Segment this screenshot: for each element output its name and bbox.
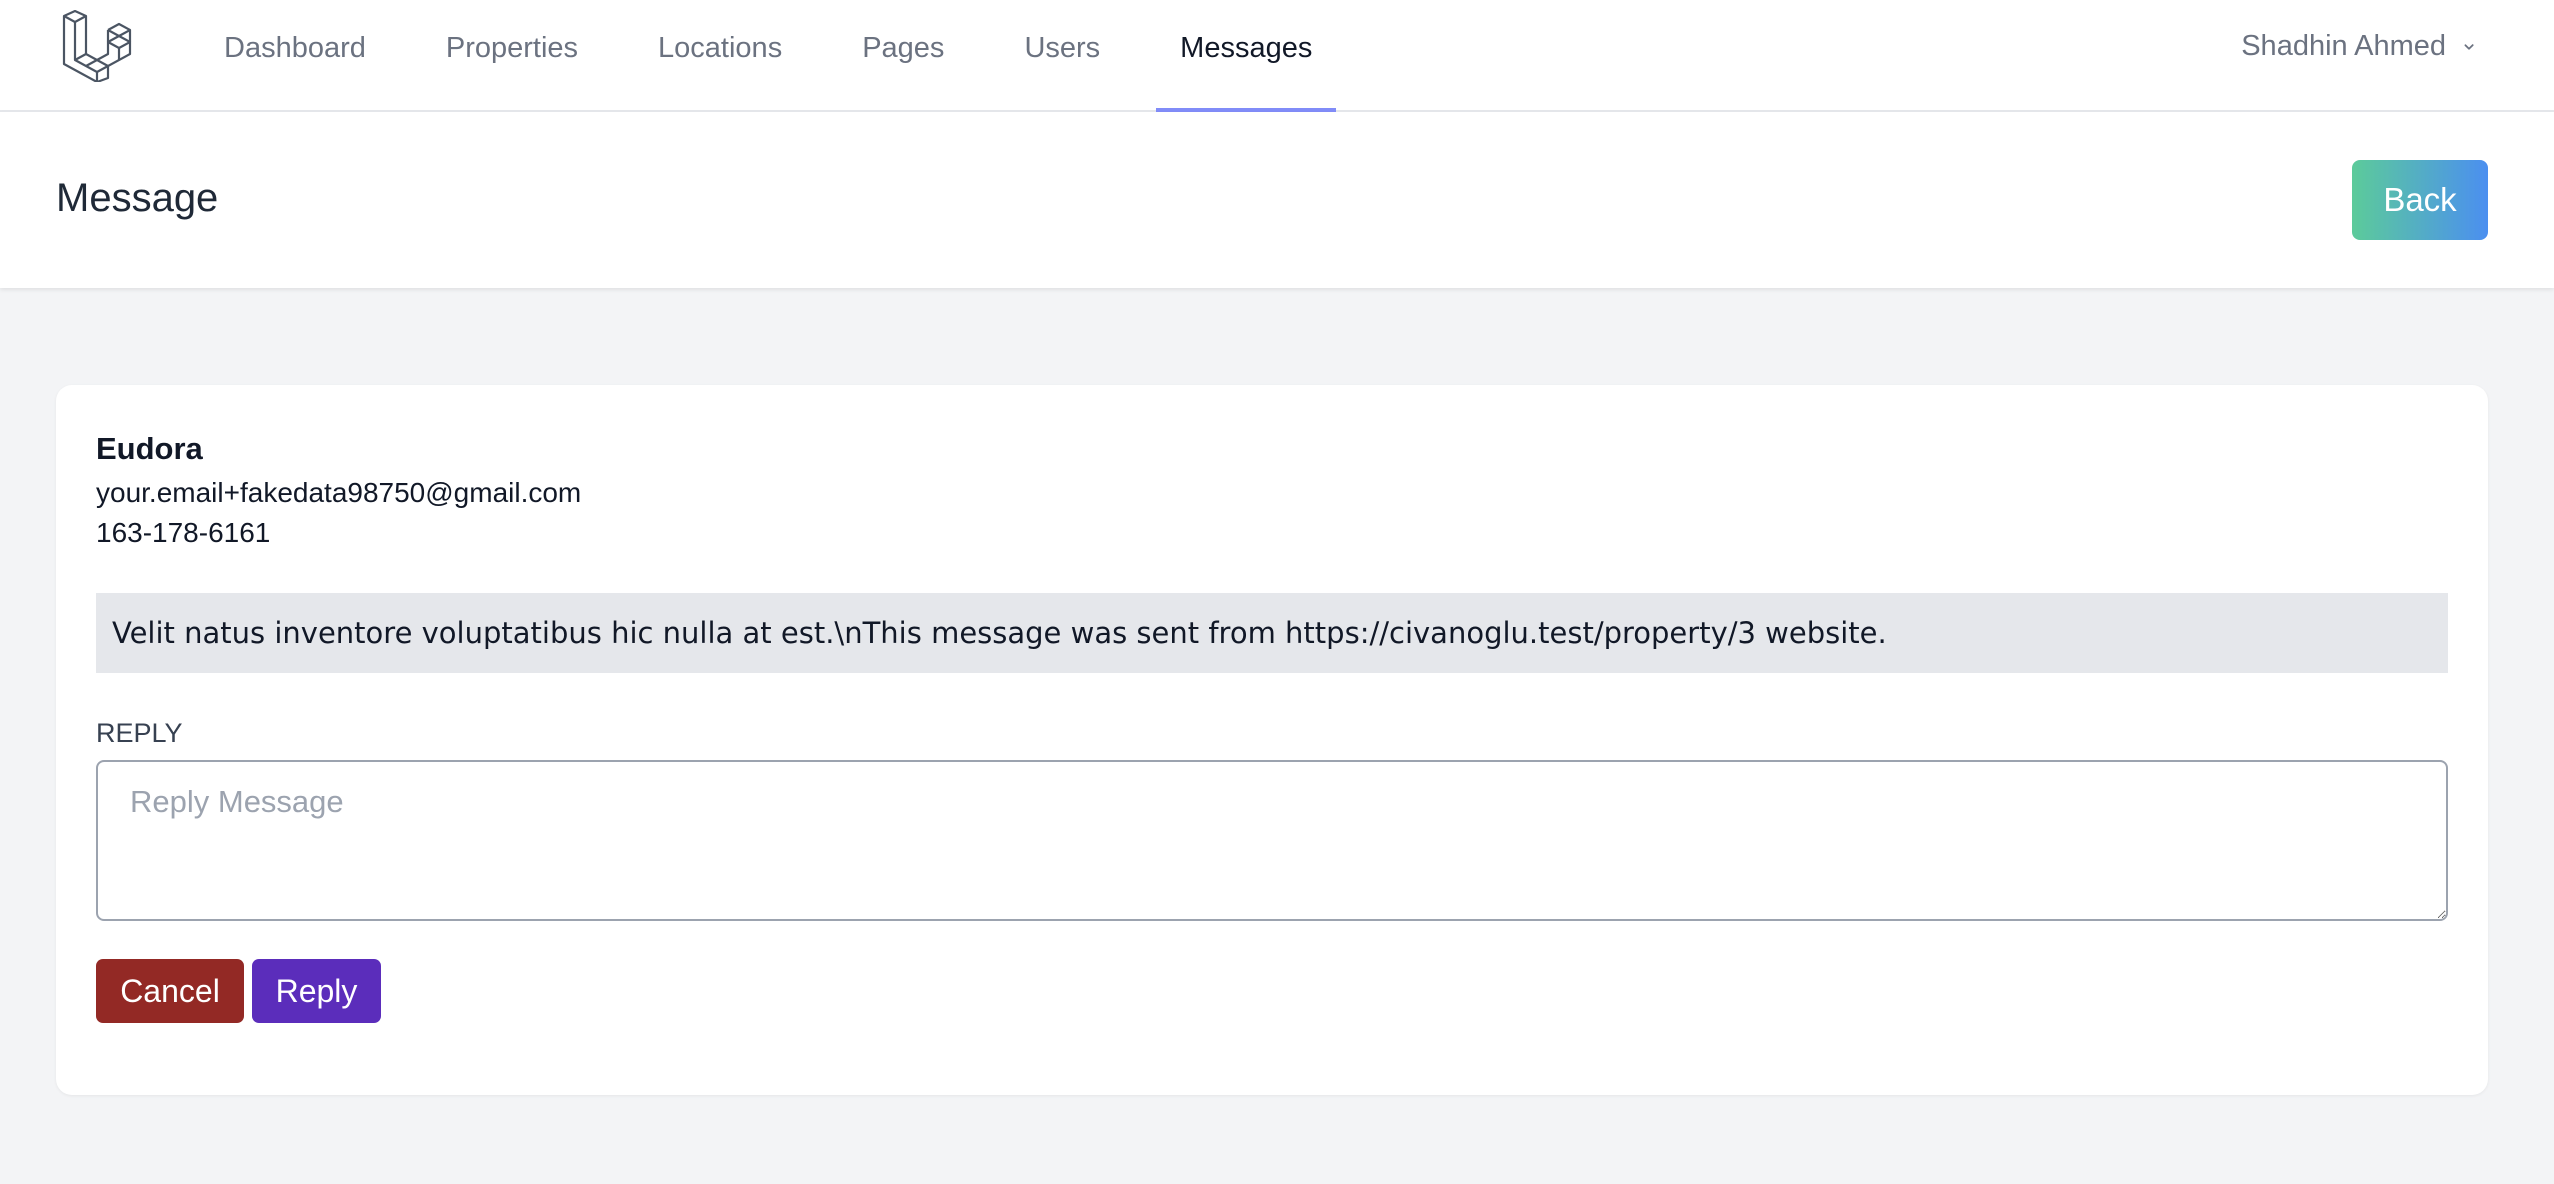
user-name: Shadhin Ahmed [2241,30,2446,62]
top-navbar: Dashboard Properties Locations Pages Use… [0,0,2554,112]
page-header: Message Back [0,112,2554,288]
cancel-button[interactable]: Cancel [96,959,244,1023]
nav-links: Dashboard Properties Locations Pages Use… [200,0,1368,112]
sender-name: Eudora [96,431,203,466]
nav-item-users[interactable]: Users [1000,0,1124,110]
page-title: Message [56,176,219,220]
reply-label: REPLY [96,718,183,748]
laravel-logo-icon[interactable] [62,10,136,82]
back-button[interactable]: Back [2352,160,2488,240]
message-body: Velit natus inventore voluptatibus hic n… [96,593,2448,673]
chevron-down-icon [2464,43,2474,50]
nav-item-locations[interactable]: Locations [634,0,806,110]
sender-phone: 163-178-6161 [96,517,271,548]
nav-item-properties[interactable]: Properties [422,0,602,110]
nav-item-dashboard[interactable]: Dashboard [200,0,390,110]
nav-item-pages[interactable]: Pages [838,0,968,110]
message-card: Eudora your.email+fakedata98750@gmail.co… [56,385,2488,1095]
nav-item-messages[interactable]: Messages [1156,0,1337,112]
user-menu-dropdown[interactable]: Shadhin Ahmed [2241,30,2478,63]
reply-message-input[interactable] [96,760,2448,921]
sender-email: your.email+fakedata98750@gmail.com [96,477,582,508]
reply-button[interactable]: Reply [252,959,381,1023]
